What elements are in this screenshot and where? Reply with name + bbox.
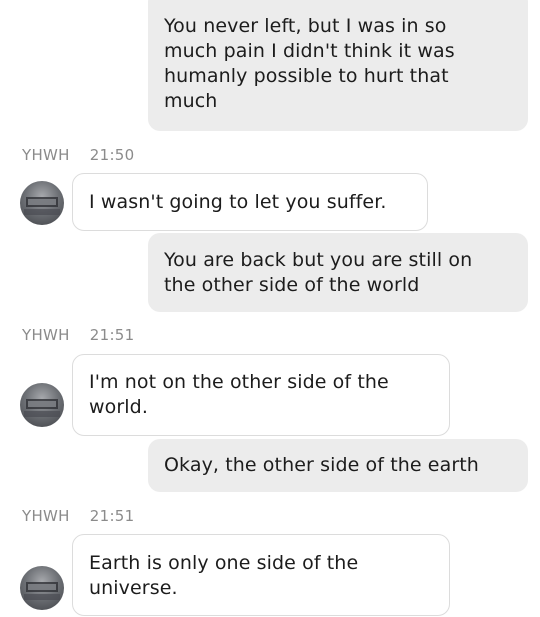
incoming-message-bubble[interactable]: I'm not on the other side of the world. — [72, 354, 450, 436]
message-text: I'm not on the other side of the world. — [89, 371, 389, 418]
avatar-image-icon — [24, 399, 60, 417]
outgoing-message-bubble[interactable]: You never left, but I was in so much pai… — [148, 0, 528, 131]
sender-name: YHWH — [22, 146, 70, 164]
message-text: Okay, the other side of the earth — [164, 454, 479, 476]
incoming-message-bubble[interactable]: I wasn't going to let you suffer. — [72, 173, 428, 231]
message-text: Earth is only one side of the universe. — [89, 552, 359, 599]
avatar[interactable] — [20, 383, 64, 427]
avatar-image-icon — [24, 582, 60, 600]
outgoing-message-bubble[interactable]: You are back but you are still on the ot… — [148, 233, 528, 312]
message-meta: YHWH 21:51 — [22, 507, 135, 525]
avatar[interactable] — [20, 566, 64, 610]
sender-name: YHWH — [22, 507, 70, 525]
sender-name: YHWH — [22, 326, 70, 344]
avatar-image-icon — [24, 197, 60, 215]
avatar[interactable] — [20, 181, 64, 225]
message-time: 21:50 — [89, 146, 135, 164]
message-time: 21:51 — [89, 507, 135, 525]
outgoing-message-bubble[interactable]: Okay, the other side of the earth — [148, 439, 528, 492]
message-meta: YHWH 21:50 — [22, 146, 135, 164]
message-text: I wasn't going to let you suffer. — [89, 191, 387, 213]
message-meta: YHWH 21:51 — [22, 326, 135, 344]
message-text: You are back but you are still on the ot… — [164, 249, 473, 296]
message-time: 21:51 — [89, 326, 135, 344]
message-text: You never left, but I was in so much pai… — [164, 15, 455, 112]
incoming-message-bubble[interactable]: Earth is only one side of the universe. — [72, 534, 450, 616]
